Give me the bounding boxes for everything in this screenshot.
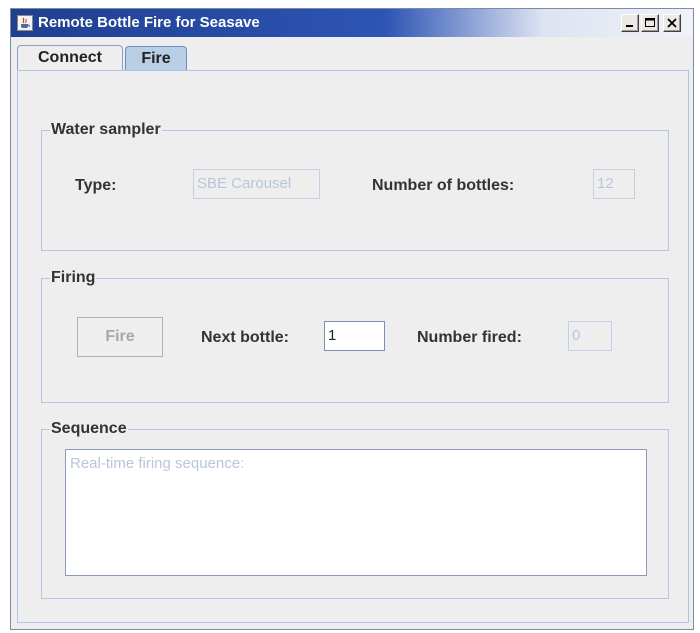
firing-sequence-textarea[interactable]: Real-time firing sequence: xyxy=(65,449,647,576)
close-button[interactable] xyxy=(663,14,681,32)
next-bottle-label: Next bottle: xyxy=(201,329,289,346)
minimize-icon xyxy=(626,25,633,27)
minimize-button[interactable] xyxy=(621,14,639,32)
sampler-type-field: SBE Carousel xyxy=(193,169,320,199)
tab-fire[interactable]: Fire xyxy=(125,46,187,71)
close-icon xyxy=(667,18,677,28)
sequence-group: Sequence Real-time firing sequence: xyxy=(41,420,669,599)
number-fired-label: Number fired: xyxy=(417,329,522,346)
maximize-button[interactable] xyxy=(641,14,659,32)
next-bottle-input[interactable]: 1 xyxy=(324,321,385,351)
sequence-group-label: Sequence xyxy=(50,420,128,438)
window-title: Remote Bottle Fire for Seasave xyxy=(38,14,260,31)
water-sampler-group-label: Water sampler xyxy=(50,121,162,139)
java-app-icon[interactable] xyxy=(17,15,33,31)
firing-group-label: Firing xyxy=(50,269,97,287)
fire-button[interactable]: Fire xyxy=(77,317,163,357)
number-of-bottles-field: 12 xyxy=(593,169,635,199)
firing-group: Firing Fire Next bottle: 1 Number fired:… xyxy=(41,269,669,403)
tab-connect[interactable]: Connect xyxy=(17,45,123,71)
type-label: Type: xyxy=(75,177,117,194)
app-window: Remote Bottle Fire for Seasave Connect F… xyxy=(10,8,694,630)
maximize-icon xyxy=(645,18,655,27)
number-fired-field: 0 xyxy=(568,321,612,351)
title-bar[interactable]: Remote Bottle Fire for Seasave xyxy=(11,9,693,37)
number-of-bottles-label: Number of bottles: xyxy=(372,177,515,194)
fire-tab-panel: Water sampler Type: SBE Carousel Number … xyxy=(17,70,689,623)
water-sampler-group: Water sampler Type: SBE Carousel Number … xyxy=(41,121,669,251)
firing-sequence-placeholder: Real-time firing sequence: xyxy=(70,455,245,472)
